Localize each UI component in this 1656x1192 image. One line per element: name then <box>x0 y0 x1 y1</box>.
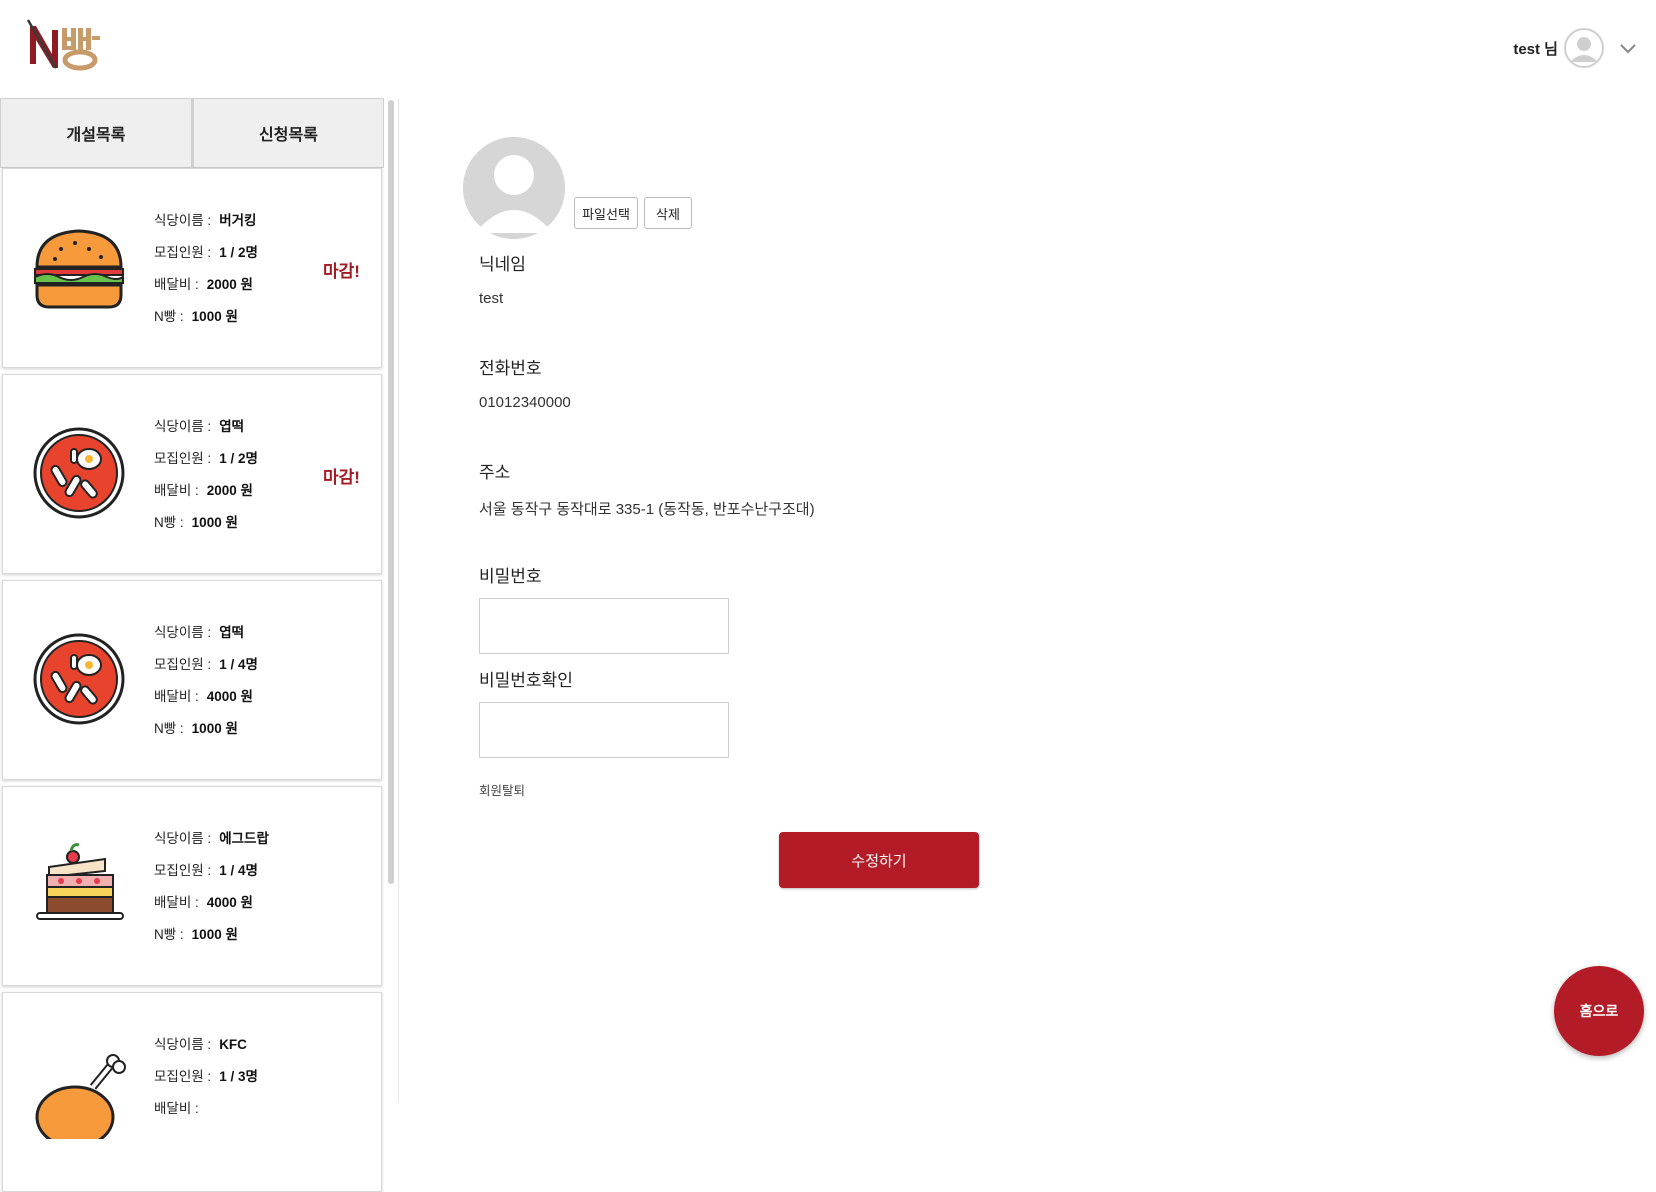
nbbang-amount: 1000 원 <box>191 721 238 736</box>
nbbang-amount: 1000 원 <box>191 309 238 324</box>
restaurant-label: 식당이름 : <box>154 625 212 640</box>
avatar[interactable] <box>1564 28 1604 68</box>
delivery-fee-label: 배달비 : <box>154 277 199 292</box>
restaurant-label: 식당이름 : <box>154 1037 212 1052</box>
nickname-label: 닉네임 <box>479 255 526 274</box>
list-item[interactable]: 식당이름 : KFC 모집인원 : 1 / 3명 배달비 : <box>2 992 382 1192</box>
chevron-down-icon[interactable] <box>1614 38 1642 58</box>
password-confirm-input[interactable] <box>479 702 729 758</box>
home-button[interactable]: 홈으로 <box>1554 966 1644 1056</box>
delivery-fee-label: 배달비 : <box>154 1101 199 1116</box>
delivery-fee: 2000 원 <box>206 277 253 292</box>
restaurant-label: 식당이름 : <box>154 213 212 228</box>
restaurant-name: 엽떡 <box>219 625 245 640</box>
tab-created-list[interactable]: 개설목록 <box>0 98 192 168</box>
delivery-fee-label: 배달비 : <box>154 895 199 910</box>
recruit-label: 모집인원 : <box>154 1069 212 1084</box>
recruit-label: 모집인원 : <box>154 451 212 466</box>
delivery-fee: 4000 원 <box>206 895 253 910</box>
restaurant-label: 식당이름 : <box>154 419 212 434</box>
restaurant-name: 엽떡 <box>219 419 245 434</box>
profile-avatar <box>463 137 565 239</box>
recruit-label: 모집인원 : <box>154 245 212 260</box>
nbbang-label: N빵 : <box>154 927 184 942</box>
sidebar-scrollbar[interactable] <box>388 100 394 884</box>
list-item[interactable]: 식당이름 : 엽떡 모집인원 : 1 / 4명 배달비 : 4000 원 N빵 : 10… <box>2 580 382 780</box>
tteokbokki-icon <box>33 633 125 725</box>
tab-applied-list[interactable]: 신청목록 <box>192 98 384 168</box>
burger-icon <box>34 229 124 309</box>
recruit-count: 1 / 3명 <box>219 1069 258 1084</box>
recruit-count: 1 / 4명 <box>219 863 258 878</box>
nbbang-label: N빵 : <box>154 309 184 324</box>
tteokbokki-icon <box>33 427 125 519</box>
app-logo[interactable] <box>26 16 110 72</box>
delete-photo-button[interactable]: 삭제 <box>644 197 692 229</box>
submit-button[interactable]: 수정하기 <box>779 832 979 888</box>
recruit-count: 1 / 2명 <box>219 245 258 260</box>
user-menu[interactable]: test 님 <box>1513 22 1656 74</box>
chicken-icon <box>35 1054 126 1139</box>
delivery-fee-label: 배달비 : <box>154 689 199 704</box>
phone-label: 전화번호 <box>479 359 542 378</box>
list-item[interactable]: 식당이름 : 엽떡 모집인원 : 1 / 2명 배달비 : 2000 원 N빵 : 10… <box>2 374 382 574</box>
restaurant-name: 에그드랍 <box>219 831 269 846</box>
delivery-fee: 2000 원 <box>206 483 253 498</box>
closed-badge: 마감! <box>323 262 360 281</box>
password-input[interactable] <box>479 598 729 654</box>
sidebar-tabs: 개설목록 신청목록 <box>0 98 384 168</box>
nickname-value: test <box>479 290 504 307</box>
recruit-count: 1 / 4명 <box>219 657 258 672</box>
address-value: 서울 동작구 동작대로 335-1 (동작동, 반포수난구조대) <box>479 501 815 518</box>
divider <box>398 98 399 1102</box>
recruit-label: 모집인원 : <box>154 863 212 878</box>
cake-icon <box>36 843 124 920</box>
nbbang-amount: 1000 원 <box>191 927 238 942</box>
password-confirm-label: 비밀번호확인 <box>479 671 573 690</box>
restaurant-label: 식당이름 : <box>154 831 212 846</box>
nbbang-label: N빵 : <box>154 515 184 530</box>
list-item[interactable]: 식당이름 : 버거킹 모집인원 : 1 / 2명 배달비 : 2000 원 N빵 : 1… <box>2 168 382 368</box>
restaurant-name: KFC <box>219 1037 247 1052</box>
header: test 님 <box>0 0 1656 96</box>
restaurant-name: 버거킹 <box>219 213 257 228</box>
address-label: 주소 <box>479 463 511 482</box>
recruit-count: 1 / 2명 <box>219 451 258 466</box>
withdraw-link[interactable]: 회원탈퇴 <box>479 780 525 799</box>
phone-value: 01012340000 <box>479 394 571 411</box>
recruit-label: 모집인원 : <box>154 657 212 672</box>
nbbang-label: N빵 : <box>154 721 184 736</box>
password-label: 비밀번호 <box>479 567 542 586</box>
nbbang-amount: 1000 원 <box>191 515 238 530</box>
list-item[interactable]: 식당이름 : 에그드랍 모집인원 : 1 / 4명 배달비 : 4000 원 N빵 :… <box>2 786 382 986</box>
closed-badge: 마감! <box>323 468 360 487</box>
delivery-fee-label: 배달비 : <box>154 483 199 498</box>
file-select-button[interactable]: 파일선택 <box>574 197 638 229</box>
user-name: test 님 <box>1513 40 1558 58</box>
delivery-fee: 4000 원 <box>206 689 253 704</box>
sidebar: 개설목록 신청목록 식당이름 : 버거킹 모집인원 : 1 / 2명 배달비 : 20… <box>0 98 399 1192</box>
